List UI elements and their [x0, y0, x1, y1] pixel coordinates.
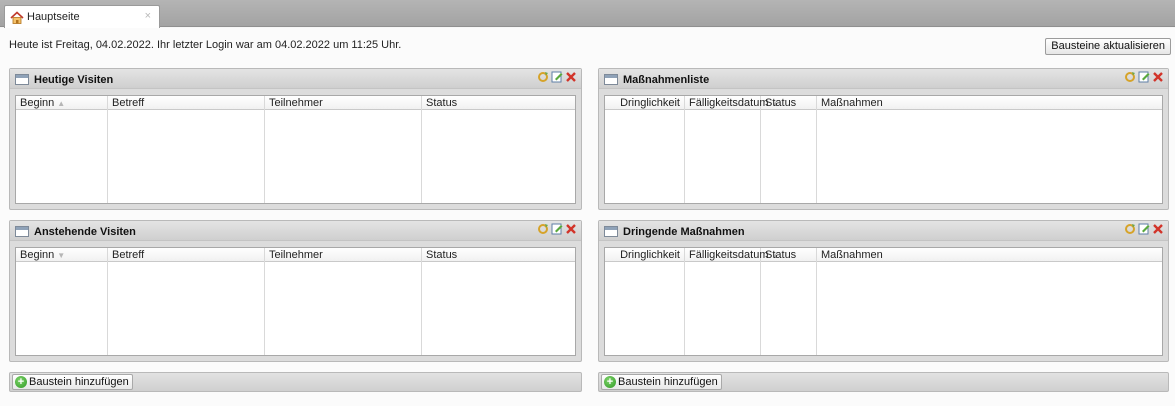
portlet-header[interactable]: Anstehende Visiten [10, 221, 581, 241]
refresh-blocks-button[interactable]: Bausteine aktualisieren [1045, 38, 1171, 55]
portlet-title: Dringende Maßnahmen [623, 225, 745, 238]
column-label: Teilnehmer [269, 249, 323, 261]
sort-ascending-icon: ▲ [57, 99, 66, 108]
column-dringlichkeit[interactable]: Dringlichkeit [605, 248, 685, 355]
add-block-button-left[interactable]: + Baustein hinzufügen [12, 374, 133, 390]
column-label: Maßnahmen [821, 249, 883, 261]
left-column-footer: + Baustein hinzufügen [9, 372, 582, 392]
welcome-message: Heute ist Freitag, 04.02.2022. Ihr letzt… [9, 39, 402, 51]
column-label: Betreff [112, 249, 145, 261]
portlet-header[interactable]: Maßnahmenliste [599, 69, 1168, 89]
column-faelligkeitsdatum[interactable]: Fälligkeitsdatum ▲ [685, 96, 779, 203]
column-label: Status [765, 249, 797, 261]
window-icon [15, 226, 29, 237]
sort-descending-icon: ▼ [57, 251, 66, 260]
column-label: Betreff [112, 97, 145, 109]
window-icon [604, 226, 618, 237]
column-teilnehmer[interactable]: Teilnehmer [265, 248, 422, 355]
column-label: Status [426, 97, 458, 109]
right-column-footer: + Baustein hinzufügen [598, 372, 1169, 392]
portlet-tools [1124, 71, 1164, 83]
column-status[interactable]: Status [761, 96, 817, 203]
portlet-title: Heutige Visiten [34, 73, 114, 86]
refresh-icon[interactable] [1124, 71, 1136, 83]
column-massnahmen[interactable]: Maßnahmen [817, 96, 1162, 203]
column-massnahmen[interactable]: Maßnahmen [817, 248, 1162, 355]
edit-icon[interactable] [1138, 223, 1150, 235]
add-icon: + [15, 376, 27, 388]
portlet-anstehende-visiten: Anstehende Visiten Beginn ▼ Betreff Teiln… [9, 220, 582, 362]
column-betreff[interactable]: Betreff [108, 248, 265, 355]
portlet-header[interactable]: Heutige Visiten [10, 69, 581, 89]
tab-strip: Hauptseite × [0, 0, 1175, 28]
column-betreff[interactable]: Betreff [108, 96, 265, 203]
portlet-header[interactable]: Dringende Maßnahmen [599, 221, 1168, 241]
portlet-title: Maßnahmenliste [623, 73, 710, 86]
window-icon [15, 74, 29, 85]
add-block-label: Baustein hinzufügen [618, 376, 718, 388]
close-icon[interactable] [565, 71, 577, 83]
column-label: Teilnehmer [269, 97, 323, 109]
close-icon[interactable] [565, 223, 577, 235]
column-faelligkeitsdatum[interactable]: Fälligkeitsdatum ▲ [685, 248, 779, 355]
column-label: Beginn [20, 249, 55, 261]
tab-label: Hauptseite [27, 11, 80, 23]
add-block-label: Baustein hinzufügen [29, 376, 129, 388]
window-icon [604, 74, 618, 85]
portlet-dringende-massnahmen: Dringende Maßnahmen Dringlichkeit Fällig… [598, 220, 1169, 362]
column-dringlichkeit[interactable]: Dringlichkeit [605, 96, 685, 203]
close-icon[interactable] [1152, 223, 1164, 235]
data-grid[interactable]: Beginn ▼ Betreff Teilnehmer Status [15, 247, 576, 356]
column-beginn[interactable]: Beginn ▼ [16, 248, 108, 355]
add-block-button-right[interactable]: + Baustein hinzufügen [601, 374, 722, 390]
home-icon [10, 10, 24, 24]
column-label: Status [765, 97, 797, 109]
column-beginn[interactable]: Beginn ▲ [16, 96, 108, 203]
add-icon: + [604, 376, 616, 388]
edit-icon[interactable] [551, 223, 563, 235]
column-label: Beginn [20, 97, 55, 109]
column-status[interactable]: Status [422, 96, 575, 203]
column-label: Dringlichkeit [620, 97, 680, 109]
tab-hauptseite[interactable]: Hauptseite × [4, 5, 160, 28]
edit-icon[interactable] [551, 71, 563, 83]
data-grid[interactable]: Dringlichkeit Fälligkeitsdatum ▲ Status M… [604, 95, 1163, 204]
main-content: Heute ist Freitag, 04.02.2022. Ihr letzt… [0, 28, 1175, 406]
column-label: Status [426, 249, 458, 261]
refresh-icon[interactable] [537, 71, 549, 83]
column-label: Dringlichkeit [620, 249, 680, 261]
portlet-massnahmenliste: Maßnahmenliste Dringlichkeit Fälligkeits… [598, 68, 1169, 210]
column-status[interactable]: Status [761, 248, 817, 355]
data-grid[interactable]: Beginn ▲ Betreff Teilnehmer Status [15, 95, 576, 204]
column-label: Fälligkeitsdatum [689, 249, 769, 261]
column-teilnehmer[interactable]: Teilnehmer [265, 96, 422, 203]
refresh-icon[interactable] [1124, 223, 1136, 235]
column-status[interactable]: Status [422, 248, 575, 355]
column-label: Fälligkeitsdatum [689, 97, 769, 109]
portlet-tools [537, 223, 577, 235]
portlet-heutige-visiten: Heutige Visiten Beginn ▲ Betreff Teilnehm… [9, 68, 582, 210]
portlet-tools [1124, 223, 1164, 235]
close-icon[interactable] [1152, 71, 1164, 83]
refresh-icon[interactable] [537, 223, 549, 235]
data-grid[interactable]: Dringlichkeit Fälligkeitsdatum ▲ Status M… [604, 247, 1163, 356]
column-label: Maßnahmen [821, 97, 883, 109]
tab-close-icon[interactable]: × [145, 10, 151, 22]
portlet-title: Anstehende Visiten [34, 225, 136, 238]
edit-icon[interactable] [1138, 71, 1150, 83]
portlet-tools [537, 71, 577, 83]
